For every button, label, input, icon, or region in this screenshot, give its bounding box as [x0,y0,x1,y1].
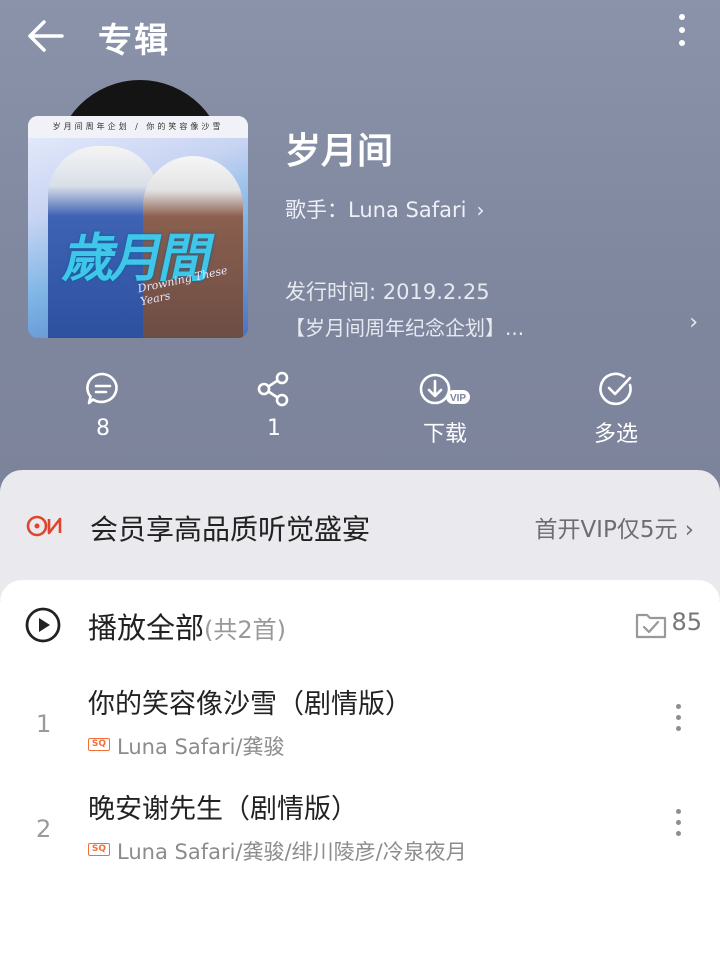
song-list-card: 播放全部(共2首) 85 1 你的笑容像沙雪（剧情版） SQ Luna Safa… [0,580,720,960]
download-vip-icon: VIP [419,373,470,405]
more-vertical-icon [675,809,681,814]
song-more-button[interactable] [674,704,682,738]
arrow-left-icon [28,20,64,52]
multi-select-button[interactable]: 多选 [566,370,666,450]
sq-quality-badge: SQ [88,738,110,751]
play-all-button[interactable]: 播放全部(共2首) [88,605,286,647]
share-count: 1 [267,416,281,441]
multi-select-icon [599,372,632,406]
album-title: 岁月间 [285,131,394,172]
release-date: 发行时间: 2019.2.25 [285,280,490,304]
song-artist: Luna Safari/龚骏/绯川陵彦/冷泉夜月 [117,840,467,864]
song-title: 晚安谢先生（剧情版） [88,794,358,825]
multi-select-label: 多选 [593,422,638,447]
vip-offer-label: 首开VIP仅5元 [534,517,678,543]
play-all-label: 播放全部 [88,611,205,645]
song-title: 你的笑容像沙雪（剧情版） [88,689,412,720]
song-index: 2 [36,815,52,843]
song-index: 1 [36,710,52,738]
share-icon [257,371,289,407]
collect-count: 85 [671,608,702,636]
chevron-right-icon: › [684,517,694,543]
vip-promo-text: 会员享高品质听觉盛宴 [90,513,371,546]
comment-icon [86,372,118,405]
svg-text:VIP: VIP [450,393,466,404]
song-row[interactable]: 2 晚安谢先生（剧情版） SQ Luna Safari/龚骏/绯川陵彦/冷泉夜月 [0,785,720,885]
cover-banner-text: 岁月间周年企划 / 你的笑容像沙雪 [28,116,248,138]
share-button[interactable]: 1 [224,370,324,450]
more-vertical-icon [675,704,681,709]
more-options-button[interactable] [672,14,692,56]
download-button[interactable]: VIP 下载 [395,370,495,450]
song-more-button[interactable] [674,809,682,843]
sq-quality-badge: SQ [88,843,110,856]
song-count: (共2首) [204,616,287,644]
chevron-right-icon[interactable]: › [689,310,698,335]
artist-label: 歌手：Luna Safari [285,198,467,222]
vip-offer-link[interactable]: 首开VIP仅5元 › [534,510,694,544]
top-bar: 专辑 [0,0,720,72]
download-label: 下载 [422,422,467,447]
comment-button[interactable]: 8 [53,370,153,450]
comment-count: 8 [96,416,110,441]
page-title: 专辑 [98,21,170,61]
album-description[interactable]: 【岁月间周年纪念企划】... [285,312,705,341]
back-button[interactable] [22,14,70,58]
album-cover[interactable]: 岁月间周年企划 / 你的笑容像沙雪 歲月間 Drowning These Yea… [28,116,248,338]
chevron-right-icon: › [476,198,485,222]
song-artist: Luna Safari/龚骏 [117,735,285,759]
song-row[interactable]: 1 你的笑容像沙雪（剧情版） SQ Luna Safari/龚骏 [0,680,720,780]
folder-check-icon[interactable] [634,610,668,640]
more-vertical-icon [679,14,685,20]
vip-logo-icon [26,515,62,537]
play-circle-icon[interactable] [24,606,62,644]
artist-link[interactable]: 歌手：Luna Safari › [285,194,484,224]
